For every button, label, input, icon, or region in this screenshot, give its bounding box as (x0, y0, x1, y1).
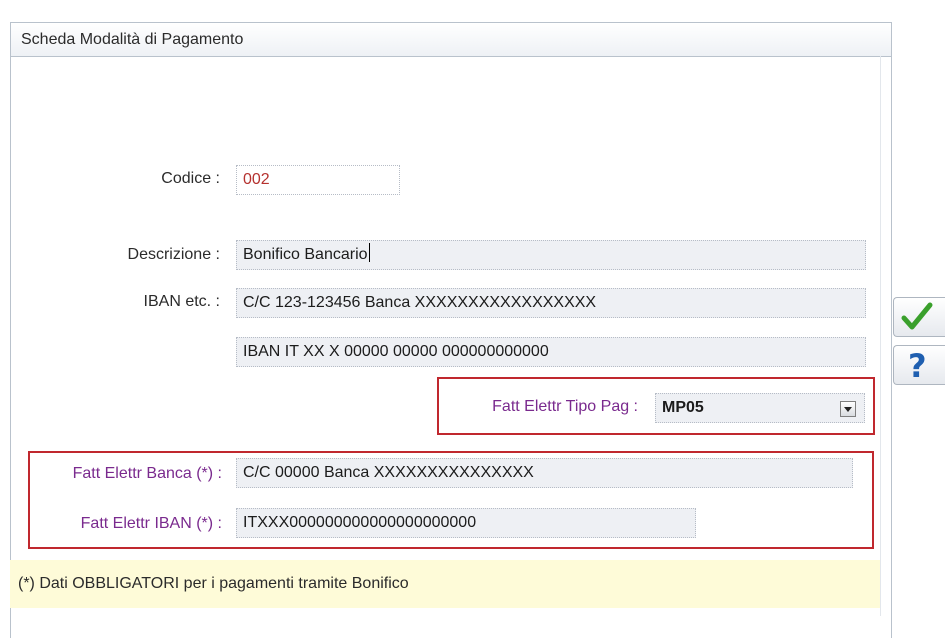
chevron-down-icon[interactable] (840, 401, 856, 417)
iban-fe-field[interactable]: ITXXX000000000000000000000 (236, 508, 696, 538)
help-button[interactable]: ? (893, 345, 945, 385)
right-divider (880, 56, 881, 616)
codice-label: Codice : (161, 170, 220, 187)
question-mark-icon: ? (908, 347, 927, 385)
codice-field[interactable]: 002 (236, 165, 400, 195)
confirm-button[interactable] (893, 297, 945, 337)
descrizione-label: Descrizione : (127, 246, 220, 263)
tipo-pag-label: Fatt Elettr Tipo Pag : (492, 398, 638, 415)
window-title: Scheda Modalità di Pagamento (21, 31, 244, 48)
required-note: (*) Dati OBBLIGATORI per i pagamenti tra… (10, 560, 880, 608)
iban-etc-label: IBAN etc. : (143, 293, 220, 310)
descrizione-field[interactable]: Bonifico Bancario (236, 240, 866, 270)
title-bar: Scheda Modalità di Pagamento (11, 23, 891, 57)
iban-etc-field-line2[interactable]: IBAN IT XX X 00000 00000 000000000000 (236, 337, 866, 367)
banca-field[interactable]: C/C 00000 Banca XXXXXXXXXXXXXXX (236, 458, 853, 488)
tipo-pag-select[interactable]: MP05 (655, 393, 865, 423)
banca-label: Fatt Elettr Banca (*) : (72, 465, 222, 482)
text-caret (368, 243, 370, 262)
iban-etc-field-line1[interactable]: C/C 123-123456 Banca XXXXXXXXXXXXXXXXX (236, 288, 866, 318)
checkmark-icon (901, 302, 933, 330)
iban-fe-label: Fatt Elettr IBAN (*) : (80, 515, 222, 532)
